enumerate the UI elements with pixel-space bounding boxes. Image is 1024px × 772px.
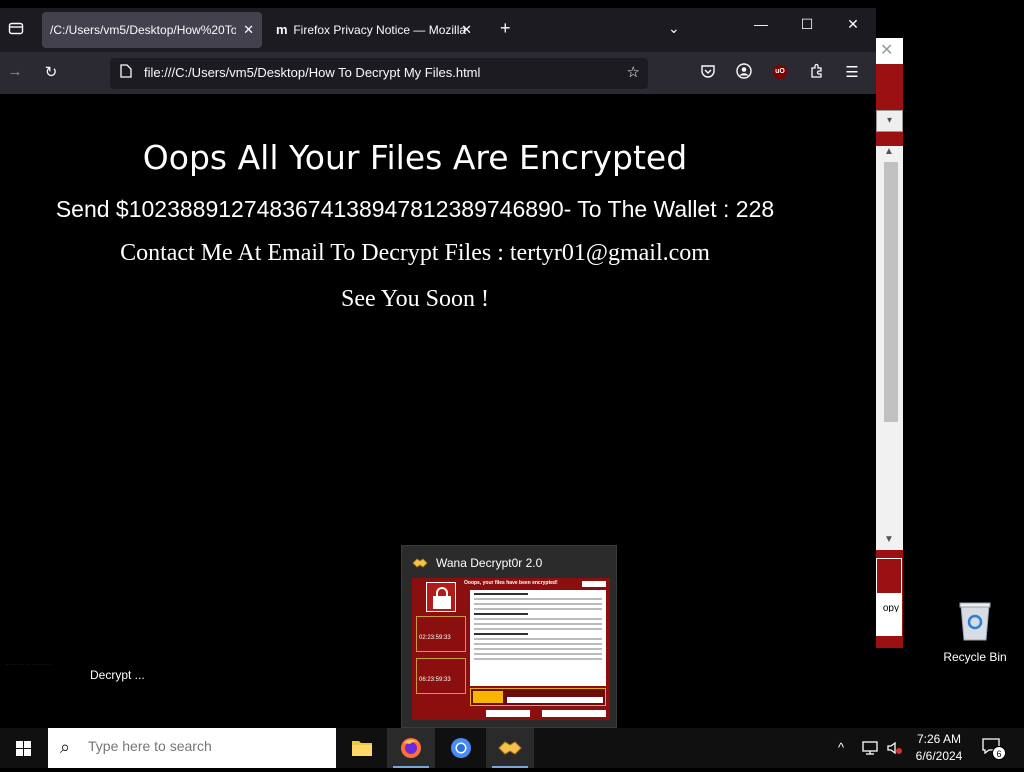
- lock-icon: [426, 582, 456, 612]
- tab-title: Firefox Privacy Notice — Mozilla: [293, 23, 467, 37]
- network-icon[interactable]: [862, 728, 880, 768]
- minimize-icon[interactable]: —: [746, 16, 776, 32]
- bookmark-star-icon[interactable]: ☆: [627, 63, 640, 81]
- firefox-button[interactable]: [387, 728, 435, 768]
- navigation-bar: → ↻ file:///C:/Users/vm5/Desktop/How To …: [0, 52, 876, 94]
- notification-center-button[interactable]: 6: [982, 738, 1008, 760]
- desktop: ✕ ▾ ▲ ▼ opy /C:/Users/vm5/Desktop/How%20…: [0, 0, 1024, 728]
- system-clock[interactable]: 7:26 AM 6/6/2024: [910, 731, 968, 765]
- tab-bar: /C:/Users/vm5/Desktop/How%20To ✕ m Firef…: [0, 8, 876, 52]
- tab-privacy-notice[interactable]: m Firefox Privacy Notice — Mozilla ✕: [270, 12, 480, 48]
- close-tab-icon[interactable]: ✕: [243, 12, 254, 48]
- ransom-amount-line: Send $10238891274836741389478123897468​9…: [55, 196, 775, 222]
- thumbnail-timer-1: 02:23:59:33: [416, 616, 466, 652]
- recycle-bin-label: Recycle Bin: [943, 650, 1007, 664]
- thumbnail-image: Ooops, your files have been encrypted! 0…: [412, 578, 610, 720]
- taskbar-thumbnail-preview[interactable]: Wana Decrypt0r 2.0 Ooops, your files hav…: [401, 545, 617, 728]
- url-text: file:///C:/Users/vm5/Desktop/How To Decr…: [144, 65, 481, 80]
- pocket-icon[interactable]: [697, 63, 719, 83]
- thumbnail-text-panel: [470, 590, 606, 686]
- search-icon: ⌕: [60, 737, 71, 757]
- ransom-header: Ooops, your files have been encrypted!: [464, 580, 558, 586]
- recycle-bin[interactable]: Recycle Bin: [938, 600, 1012, 664]
- start-button[interactable]: [0, 728, 48, 768]
- forward-icon[interactable]: →: [4, 63, 26, 80]
- scrollbar[interactable]: ▲ ▼: [876, 146, 903, 550]
- firefox-icon: [401, 738, 421, 758]
- taskbar-search[interactable]: ⌕: [48, 728, 336, 768]
- bitcoin-address-box: [470, 688, 606, 706]
- mozilla-icon: m: [276, 22, 288, 37]
- chevron-down-icon[interactable]: ⌄: [668, 20, 680, 37]
- ublock-icon[interactable]: uO: [773, 65, 787, 79]
- background-ransom-window[interactable]: ✕ ▾ ▲ ▼ opy: [876, 38, 903, 648]
- thumbnail-language-select: [582, 581, 606, 587]
- maximize-icon[interactable]: ☐: [792, 16, 822, 33]
- recycle-bin-icon: [958, 600, 992, 642]
- chevron-up-icon[interactable]: ^: [838, 728, 844, 768]
- search-input[interactable]: [88, 738, 328, 754]
- faint-desktop-text: ········· ·······: [6, 660, 51, 669]
- firefox-view-icon[interactable]: [6, 20, 26, 40]
- wana-decryptor-button[interactable]: [486, 728, 534, 768]
- closing-line: See You Soon !: [340, 286, 490, 312]
- language-dropdown[interactable]: ▾: [876, 110, 903, 132]
- reload-icon[interactable]: ↻: [40, 63, 62, 81]
- tab-active[interactable]: /C:/Users/vm5/Desktop/How%20To ✕: [42, 12, 262, 48]
- extensions-icon[interactable]: [806, 63, 828, 83]
- windows-icon: [16, 741, 23, 748]
- close-window-icon[interactable]: ✕: [838, 16, 868, 33]
- notification-count-badge: 6: [992, 746, 1006, 760]
- tab-title: /C:/Users/vm5/Desktop/How%20To: [50, 23, 236, 37]
- page-heading: Oops All Your Files Are Encrypted: [142, 138, 688, 177]
- thumbnail-timer-2: 06:23:59:33: [416, 658, 466, 694]
- account-icon[interactable]: [733, 63, 755, 83]
- scrollbar-thumb[interactable]: [884, 162, 898, 422]
- clock-date: 6/6/2024: [915, 749, 963, 763]
- taskbar: ⌕ ^ 7:26 AM 6/6/2024 6: [0, 728, 1024, 768]
- contact-line: Contact Me At Email To Decrypt Files : t…: [120, 240, 710, 266]
- menu-icon[interactable]: ☰: [841, 63, 863, 81]
- folder-icon: [352, 741, 372, 756]
- close-icon[interactable]: ✕: [880, 40, 893, 59]
- handshake-icon: [412, 556, 428, 570]
- document-icon: [120, 64, 132, 81]
- volume-muted-icon[interactable]: [886, 728, 904, 768]
- file-explorer-button[interactable]: [338, 728, 386, 768]
- thumbnail-check-payment: [486, 710, 530, 717]
- bottom-button[interactable]: [876, 612, 902, 636]
- handshake-icon: [498, 741, 522, 755]
- chrome-button[interactable]: [437, 728, 485, 768]
- chrome-icon: [451, 738, 471, 758]
- clock-time: 7:26 AM: [916, 732, 962, 746]
- url-bar[interactable]: file:///C:/Users/vm5/Desktop/How To Decr…: [110, 58, 648, 89]
- scroll-down-icon[interactable]: ▼: [884, 534, 894, 545]
- decryptor-shortcut-label[interactable]: Decrypt ...: [90, 668, 145, 682]
- scroll-up-icon[interactable]: ▲: [884, 146, 894, 157]
- thumbnail-decrypt: [542, 710, 606, 717]
- close-tab-icon[interactable]: ✕: [461, 12, 472, 48]
- new-tab-icon[interactable]: +: [500, 18, 511, 39]
- thumbnail-title: Wana Decrypt0r 2.0: [436, 556, 543, 570]
- background-window-titlebar[interactable]: ✕: [876, 38, 903, 64]
